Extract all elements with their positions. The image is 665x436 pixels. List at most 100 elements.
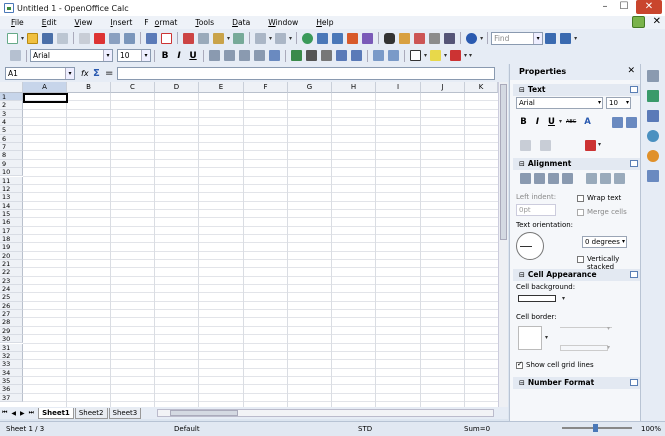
font-name-dropdown-icon[interactable]: ▾ bbox=[103, 50, 112, 61]
shadow-button[interactable]: A bbox=[582, 117, 593, 127]
horizontal-scroll-thumb[interactable] bbox=[170, 410, 238, 416]
column-header[interactable]: I bbox=[376, 82, 421, 93]
panel-font-dropdown-icon[interactable]: ▾ bbox=[598, 98, 601, 108]
font-color-dropdown-icon[interactable]: ▾ bbox=[464, 52, 467, 59]
more-options-icon[interactable] bbox=[630, 160, 638, 167]
row-header[interactable]: 26 bbox=[0, 301, 23, 311]
panel-font-size[interactable]: 10 ▾ bbox=[606, 97, 631, 109]
redo-icon[interactable] bbox=[275, 32, 287, 44]
new-icon[interactable] bbox=[7, 32, 18, 44]
currency-icon[interactable] bbox=[291, 50, 302, 61]
font-name-box[interactable]: Arial ▾ bbox=[30, 49, 113, 62]
column-header[interactable]: C bbox=[111, 82, 155, 93]
prev-sheet-icon[interactable]: ◀ bbox=[11, 410, 16, 417]
menu-view[interactable]: View bbox=[68, 18, 98, 27]
paste-dropdown-icon[interactable]: ▾ bbox=[227, 35, 230, 42]
sheet-tab-2[interactable]: Sheet2 bbox=[74, 407, 108, 419]
hyperlink-icon[interactable] bbox=[302, 32, 314, 44]
clone-formatting-icon[interactable] bbox=[233, 32, 245, 44]
underline-dropdown-icon[interactable]: ▾ bbox=[559, 118, 562, 125]
panel-align-center-icon[interactable] bbox=[534, 173, 545, 184]
menu-file[interactable]: File bbox=[5, 18, 30, 27]
menu-insert[interactable]: Insert bbox=[105, 18, 139, 27]
row-header[interactable]: 37 bbox=[0, 393, 23, 402]
sum-icon[interactable]: Σ bbox=[93, 68, 105, 79]
find-replace-icon[interactable] bbox=[384, 32, 396, 44]
function-icon[interactable]: = bbox=[105, 68, 117, 79]
undo-icon[interactable] bbox=[255, 32, 267, 44]
font-color-icon[interactable] bbox=[450, 50, 462, 61]
row-header[interactable]: 22 bbox=[0, 268, 23, 277]
find-field[interactable]: Find ▾ bbox=[491, 31, 544, 45]
justify-icon[interactable] bbox=[254, 50, 265, 61]
panel-underline-button[interactable]: U bbox=[546, 117, 557, 127]
row-header[interactable]: 16 bbox=[0, 218, 23, 227]
datasources-icon[interactable] bbox=[429, 32, 441, 44]
row-header[interactable]: 32 bbox=[0, 351, 23, 361]
styles-tab-icon[interactable] bbox=[647, 110, 659, 122]
cell-background-dropdown-icon[interactable]: ▾ bbox=[562, 295, 565, 302]
menu-data[interactable]: Data bbox=[226, 18, 256, 27]
panel-align-left-icon[interactable] bbox=[520, 173, 531, 184]
align-left-icon[interactable] bbox=[209, 50, 220, 61]
row-header[interactable]: 17 bbox=[0, 226, 23, 235]
panel-size-dropdown-icon[interactable]: ▾ bbox=[626, 98, 629, 108]
copy-icon[interactable] bbox=[198, 32, 210, 44]
merge-center-icon[interactable] bbox=[269, 50, 280, 61]
chart-icon[interactable] bbox=[347, 32, 359, 44]
update-download-icon[interactable] bbox=[632, 16, 645, 28]
pivot-table-icon[interactable] bbox=[362, 32, 374, 44]
row-header[interactable]: 18 bbox=[0, 234, 23, 244]
row-header[interactable]: 15 bbox=[0, 209, 23, 219]
row-header[interactable]: 10 bbox=[0, 168, 23, 177]
new-dropdown-icon[interactable]: ▾ bbox=[21, 35, 24, 42]
cut-icon[interactable] bbox=[183, 32, 195, 44]
row-header[interactable]: 21 bbox=[0, 260, 23, 269]
name-box-dropdown-icon[interactable]: ▾ bbox=[65, 67, 74, 79]
line-color-dropdown-icon[interactable]: ▾ bbox=[607, 344, 610, 351]
row-header[interactable]: 28 bbox=[0, 318, 23, 327]
sheet-tab-3[interactable]: Sheet3 bbox=[108, 407, 142, 419]
underline-button[interactable]: U bbox=[187, 51, 199, 61]
align-middle-icon[interactable] bbox=[600, 173, 611, 184]
vertical-scroll-thumb[interactable] bbox=[500, 84, 507, 240]
percent-icon[interactable] bbox=[306, 50, 317, 61]
navigator-icon[interactable] bbox=[399, 32, 411, 44]
save-icon[interactable] bbox=[42, 32, 54, 44]
decrease-font-icon[interactable] bbox=[626, 117, 637, 128]
horizontal-scrollbar[interactable] bbox=[157, 409, 494, 417]
zoom-slider-handle[interactable] bbox=[593, 424, 598, 432]
close-panel-icon[interactable]: ✕ bbox=[627, 66, 635, 76]
text-orientation-dial[interactable] bbox=[516, 232, 544, 260]
functions-tab-icon[interactable] bbox=[647, 170, 659, 182]
first-sheet-icon[interactable]: ⏮ bbox=[2, 409, 7, 417]
row-header[interactable]: 20 bbox=[0, 251, 23, 260]
borders-dropdown-icon[interactable]: ▾ bbox=[424, 52, 427, 59]
row-header[interactable]: 1 bbox=[0, 93, 23, 102]
background-color-icon[interactable] bbox=[430, 50, 442, 61]
menu-edit[interactable]: Edit bbox=[36, 18, 63, 27]
next-sheet-icon[interactable]: ▶ bbox=[20, 410, 25, 417]
row-header[interactable]: 5 bbox=[0, 126, 23, 135]
row-header[interactable]: 27 bbox=[0, 310, 23, 319]
line-style-icon[interactable] bbox=[560, 327, 612, 328]
row-header[interactable]: 34 bbox=[0, 368, 23, 377]
column-header[interactable]: H bbox=[332, 82, 376, 93]
menu-tools[interactable]: Tools bbox=[189, 18, 220, 27]
row-header[interactable]: 6 bbox=[0, 134, 23, 144]
row-header[interactable]: 8 bbox=[0, 151, 23, 160]
align-bottom-icon[interactable] bbox=[614, 173, 625, 184]
panel-font-color-icon[interactable] bbox=[585, 140, 596, 151]
sort-ascending-icon[interactable] bbox=[317, 32, 329, 44]
export-pdf-icon[interactable] bbox=[94, 32, 106, 44]
find-next-icon[interactable] bbox=[545, 32, 557, 44]
row-header[interactable]: 7 bbox=[0, 143, 23, 152]
delete-decimal-icon[interactable] bbox=[351, 50, 362, 61]
row-header[interactable]: 33 bbox=[0, 360, 23, 369]
row-header[interactable]: 35 bbox=[0, 376, 23, 386]
cell-appearance-section-header[interactable]: Cell Appearance bbox=[513, 269, 640, 281]
character-spacing-icon[interactable] bbox=[540, 140, 551, 151]
close-document-icon[interactable]: ✕ bbox=[653, 16, 661, 28]
navigator-tab-icon[interactable] bbox=[647, 150, 659, 162]
print-preview-icon[interactable] bbox=[124, 32, 136, 44]
